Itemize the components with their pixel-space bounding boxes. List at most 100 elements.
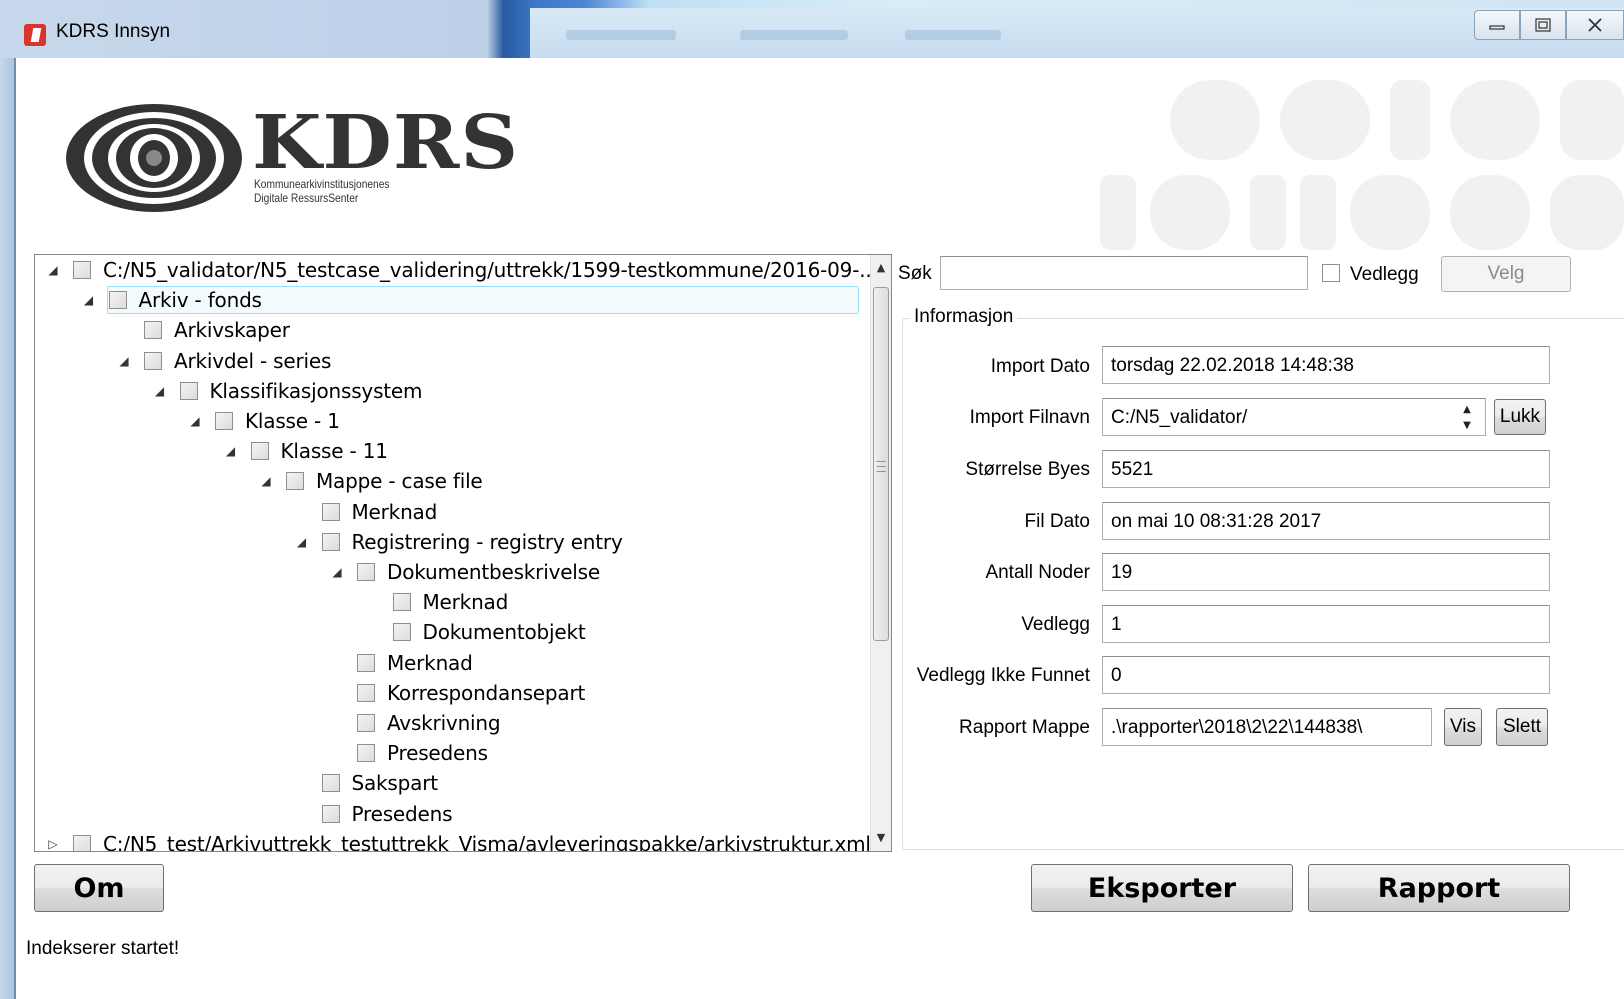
tree-item-checkbox[interactable] [357, 563, 375, 581]
tree-item[interactable]: Dokumentobjekt [365, 617, 586, 647]
tree-item-checkbox[interactable] [108, 291, 127, 310]
import-filename-field[interactable]: C:/N5_validator/ [1102, 398, 1486, 436]
import-date-field[interactable]: torsdag 22.02.2018 14:48:38 [1102, 346, 1550, 384]
tree-item-checkbox[interactable] [215, 412, 233, 430]
tree-item[interactable]: ◢ C:/N5_validator/N5_testcase_validering/… [45, 255, 878, 285]
node-count-field[interactable]: 19 [1102, 553, 1550, 591]
report-button[interactable]: Rapport [1308, 864, 1570, 912]
tree-item-label: Merknad [422, 590, 509, 615]
expanded-arrow-icon[interactable]: ◢ [258, 474, 274, 488]
tree-item-checkbox[interactable] [357, 683, 375, 702]
tree-item-checkbox[interactable] [392, 593, 411, 612]
select-button[interactable]: Velg [1441, 256, 1571, 292]
show-report-button[interactable]: Vis [1444, 708, 1482, 746]
tree-item[interactable]: ◢ Klasse - 11 [223, 436, 388, 466]
tree-item-checkbox[interactable] [286, 472, 304, 491]
tree-item[interactable]: Avskrivning [329, 708, 501, 738]
tree-item[interactable]: Merknad [329, 648, 473, 678]
expanded-arrow-icon[interactable]: ◢ [223, 444, 239, 458]
expanded-arrow-icon[interactable]: ◢ [116, 354, 132, 368]
spin-down-icon[interactable]: ▼ [1452, 418, 1482, 434]
tree-item-checkbox[interactable] [321, 532, 340, 551]
tree-item-label: Dokumentbeskrivelse [387, 560, 600, 584]
tree-item-label: Klassifikasjonssystem [209, 378, 423, 403]
archive-tree-view[interactable]: ◢ C:/N5_validator/N5_testcase_validering/… [34, 254, 892, 852]
tree-item[interactable]: Merknad [294, 497, 437, 527]
minimize-icon[interactable] [1474, 10, 1520, 40]
tree-item-checkbox[interactable] [250, 442, 269, 461]
title-bar: KDRS Innsyn [0, 0, 1624, 58]
tree-item[interactable]: ◢ Registrering - registry entry [294, 527, 623, 557]
tree-scrollbar[interactable]: ▲ — — — ▼ [870, 255, 891, 851]
tree-item[interactable]: Arkivskaper [116, 315, 290, 345]
tree-item-checkbox[interactable] [357, 714, 375, 732]
tree-item[interactable]: ◢ Klasse - 1 [187, 406, 340, 436]
tree-item[interactable]: Presedens [329, 738, 488, 768]
tree-item[interactable]: ◢ Dokumentbeskrivelse [329, 557, 600, 587]
tree-item[interactable]: ▷ C:/N5_test/Arkivuttrekk_testuttrekk_Vis… [45, 829, 871, 852]
maximize-icon[interactable] [1520, 10, 1566, 40]
tree-item-label: C:/N5_validator/N5_testcase_validering/u… [103, 258, 878, 282]
tree-item-label: Presedens [351, 801, 453, 826]
collapsed-arrow-icon[interactable]: ▷ [45, 837, 61, 851]
tree-item[interactable]: Sakspart [294, 768, 438, 798]
expanded-arrow-icon[interactable]: ◢ [294, 535, 310, 549]
tree-item[interactable]: ◢ Arkiv - fonds [81, 285, 262, 315]
logo-subtitle: Kommunearkivinstitusjonenes Digitale Res… [254, 177, 390, 205]
tree-item-checkbox[interactable] [144, 321, 162, 340]
blurred-toolbar-item [566, 30, 676, 40]
scroll-up-icon[interactable]: ▲ [871, 257, 891, 279]
tree-item-checkbox[interactable] [73, 834, 91, 851]
tree-item-label: Presedens [387, 741, 488, 766]
tree-item[interactable]: ◢ Klassifikasjonssystem [152, 376, 423, 406]
close-file-button[interactable]: Lukk [1494, 399, 1546, 435]
delete-report-button[interactable]: Slett [1496, 708, 1548, 746]
tree-item[interactable]: ◢ Mappe - case file [258, 466, 483, 496]
report-folder-field[interactable]: .\rapporter\2018\2\22\144838\ [1102, 708, 1432, 746]
tree-item-label: Registrering - registry entry [351, 529, 623, 554]
attachments-not-found-label: Vedlegg Ikke Funnet [916, 665, 1090, 686]
tree-item-label: Arkivskaper [174, 318, 290, 343]
attachments-field[interactable]: 1 [1102, 605, 1550, 643]
tree-item-checkbox[interactable] [179, 381, 198, 400]
attachments-not-found-field[interactable]: 0 [1102, 656, 1550, 694]
logo-subtitle-line: Kommunearkivinstitusjonenes [254, 177, 390, 191]
tree-item[interactable]: Korrespondansepart [329, 678, 585, 708]
tree-item[interactable]: ◢ Arkivdel - series [116, 346, 331, 376]
export-button[interactable]: Eksporter [1031, 864, 1293, 912]
blurred-toolbar-item [740, 30, 848, 40]
filename-spinner[interactable]: ▲ ▼ [1452, 402, 1482, 434]
scroll-down-icon[interactable]: ▼ [871, 827, 891, 849]
tree-item-checkbox[interactable] [392, 623, 411, 642]
tree-item-checkbox[interactable] [73, 261, 91, 279]
about-button[interactable]: Om [34, 864, 164, 912]
expanded-arrow-icon[interactable]: ◢ [81, 293, 97, 307]
size-field[interactable]: 5521 [1102, 450, 1550, 488]
tree-item-label: Dokumentobjekt [422, 620, 586, 645]
spin-up-icon[interactable]: ▲ [1452, 402, 1482, 418]
tree-item-label: Klasse - 1 [245, 409, 340, 433]
tree-item-checkbox[interactable] [357, 653, 375, 672]
expanded-arrow-icon[interactable]: ◢ [45, 263, 61, 277]
tree-item-checkbox[interactable] [144, 351, 162, 370]
tree-item[interactable]: Presedens [294, 799, 453, 829]
attachment-checkbox[interactable] [1322, 264, 1340, 282]
file-date-field[interactable]: on mai 10 08:31:28 2017 [1102, 502, 1550, 540]
tree-item-checkbox[interactable] [321, 502, 340, 521]
close-icon[interactable] [1566, 10, 1624, 40]
search-input[interactable] [940, 256, 1308, 290]
attachments-label: Vedlegg [1021, 614, 1090, 635]
tree-item[interactable]: Merknad [365, 587, 509, 617]
tree-item-checkbox[interactable] [357, 744, 375, 763]
blurred-toolbar-item [905, 30, 1001, 40]
tree-item-checkbox[interactable] [321, 804, 340, 823]
tree-item-label: C:/N5_test/Arkivuttrekk_testuttrekk_Vism… [103, 831, 871, 852]
expanded-arrow-icon[interactable]: ◢ [187, 414, 203, 428]
tree-item-label: Arkivdel - series [174, 348, 332, 373]
app-icon [24, 24, 46, 46]
tree-item-label: Sakspart [351, 771, 439, 796]
expanded-arrow-icon[interactable]: ◢ [329, 565, 345, 579]
expanded-arrow-icon[interactable]: ◢ [152, 384, 168, 398]
tree-item-checkbox[interactable] [321, 774, 340, 793]
tree-item-label: Mappe - case file [316, 469, 483, 494]
